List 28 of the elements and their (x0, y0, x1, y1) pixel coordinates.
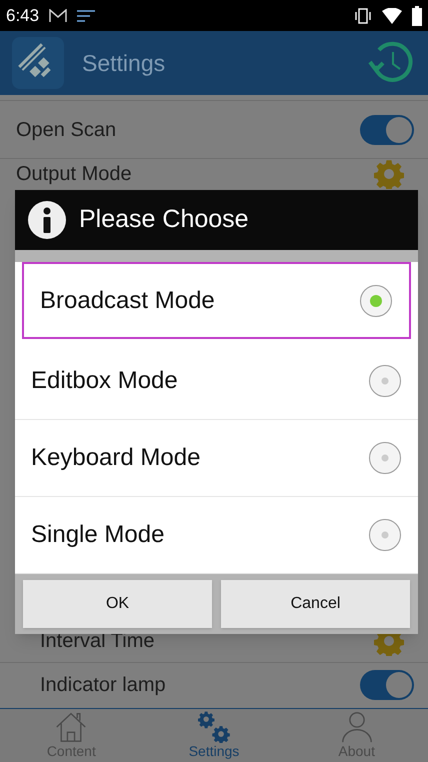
mail-icon (49, 8, 68, 22)
gears-icon (198, 711, 230, 743)
info-icon (27, 200, 67, 240)
battery-icon (412, 6, 422, 26)
option-row[interactable]: Editbox Mode (15, 343, 418, 420)
radio-button-icon (368, 518, 402, 552)
setting-label: Indicator lamp (39, 673, 166, 698)
home-icon (55, 711, 88, 743)
dialog-button[interactable]: Cancel (221, 580, 410, 628)
radio-button-icon (359, 284, 393, 318)
status-time: 6:43 (6, 4, 40, 27)
option-row[interactable]: Broadcast Mode (22, 262, 411, 339)
vibrate-icon (354, 8, 372, 24)
radio-button-icon (368, 364, 402, 398)
app-bar-title: Settings (82, 48, 166, 78)
wifi-icon (382, 8, 402, 24)
toggle-switch[interactable] (360, 670, 414, 700)
option-row[interactable]: Single Mode (15, 497, 418, 574)
radio-button-icon (368, 441, 402, 475)
option-row[interactable]: Keyboard Mode (15, 420, 418, 497)
notification-lines-icon (77, 10, 96, 22)
gear-icon (374, 159, 404, 189)
person-icon (340, 711, 373, 743)
setting-label: Open Scan (16, 118, 116, 142)
dialog-button[interactable]: OK (23, 580, 212, 628)
toggle-switch[interactable] (360, 114, 414, 144)
dialog-title: Please Choose (79, 204, 249, 236)
setting-label: Output Mode (16, 162, 132, 187)
